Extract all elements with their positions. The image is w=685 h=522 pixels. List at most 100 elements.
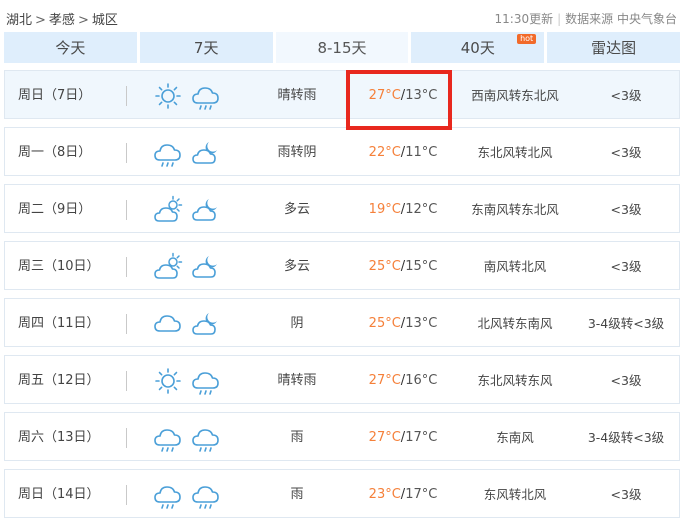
wind-direction: 东风转北风	[483, 487, 547, 502]
weather-icons	[153, 195, 223, 225]
wind-level: <3级	[610, 88, 642, 103]
wind-direction: 西南风转东北风	[471, 88, 559, 103]
weather-text: 晴转雨	[277, 88, 317, 103]
update-info: 11:30更新 | 数据来源 中央气象台	[495, 10, 677, 27]
forecast-row: 周六（13日） 雨 27°C/17°C 东南风 3-4级转<3级	[4, 412, 680, 461]
cloud-rain-icon	[192, 372, 219, 395]
breadcrumb-separator: >	[77, 13, 89, 28]
cloud-rain-icon	[154, 429, 181, 452]
weather-text: 雨	[290, 487, 304, 502]
cloud-icon	[154, 315, 181, 332]
high-temp: 25°C	[368, 259, 401, 274]
sunny-icon	[155, 83, 181, 109]
divider	[126, 200, 127, 220]
day-label: 周日（7日）	[18, 88, 92, 103]
tab-label: 今天	[55, 39, 86, 57]
temperature: 27°C/16°C	[368, 373, 438, 388]
wind-direction: 东南风	[496, 430, 534, 445]
high-temp: 25°C	[368, 316, 401, 331]
divider: |	[557, 12, 562, 26]
wind-level: <3级	[610, 202, 642, 217]
divider	[126, 485, 127, 505]
wind-level: <3级	[610, 145, 642, 160]
temperature: 25°C/15°C	[368, 259, 438, 274]
sunny-icon	[155, 368, 181, 394]
forecast-row: 周四（11日） 阴 25°C/13°C 北风转东南风 3-4级转<3级	[4, 298, 680, 347]
temperature: 27°C/17°C	[368, 430, 438, 445]
low-temp: 12°C	[405, 202, 438, 217]
divider	[126, 86, 127, 106]
tab-label: 40天	[460, 39, 495, 57]
cloud-rain-icon	[192, 429, 219, 452]
breadcrumb-city[interactable]: 孝感	[49, 13, 75, 28]
tab-7-days[interactable]: 7天	[139, 32, 273, 63]
highlight-box	[346, 70, 452, 130]
weather-icons	[153, 252, 223, 282]
high-temp: 27°C	[368, 373, 401, 388]
breadcrumb-province[interactable]: 湖北	[6, 13, 32, 28]
weather-text: 雨转阴	[277, 145, 317, 160]
day-label: 周二（9日）	[18, 202, 92, 217]
wind-direction: 北风转东南风	[477, 316, 553, 331]
tab-8-15-days[interactable]: 8-15天	[275, 32, 409, 63]
cloud-moon-icon	[192, 256, 217, 278]
low-temp: 16°C	[405, 373, 438, 388]
day-label: 周四（11日）	[18, 316, 100, 331]
divider	[126, 143, 127, 163]
data-source: 数据来源 中央气象台	[565, 12, 677, 26]
low-temp: 11°C	[405, 145, 438, 160]
wind-direction: 东北风转东风	[477, 373, 553, 388]
forecast-row: 周日（7日） 晴转雨 27°C/13°C 西南风转东北风 <3级	[4, 70, 680, 119]
tab-radar[interactable]: 雷达图	[547, 32, 680, 63]
wind-level: <3级	[610, 373, 642, 388]
day-label: 周一（8日）	[18, 145, 92, 160]
day-label: 周六（13日）	[18, 430, 100, 445]
cloud-rain-icon	[192, 87, 219, 110]
weather-text: 阴	[290, 316, 304, 331]
weather-text: 晴转雨	[277, 373, 317, 388]
wind-direction: 东南风转东北风	[471, 202, 559, 217]
cloud-rain-icon	[154, 144, 181, 167]
low-temp: 17°C	[405, 487, 438, 502]
tab-label: 8-15天	[317, 39, 367, 57]
cloud-moon-icon	[192, 142, 217, 164]
temperature: 23°C/17°C	[368, 487, 438, 502]
divider	[126, 257, 127, 277]
wind-direction: 南风转北风	[483, 259, 547, 274]
forecast-row: 周一（8日） 雨转阴 22°C/11°C 东北风转北风 <3级	[4, 127, 680, 176]
day-label: 周五（12日）	[18, 373, 100, 388]
forecast-tabs: 今天 7天 8-15天 40天 hot 雷达图	[4, 32, 680, 63]
breadcrumb-separator: >	[35, 13, 46, 28]
forecast-row: 周五（12日） 晴转雨 27°C/16°C 东北风转东风 <3级	[4, 355, 680, 404]
breadcrumb: 湖北 > 孝感 > 城区	[6, 9, 118, 28]
temperature: 25°C/13°C	[368, 316, 438, 331]
breadcrumb-district[interactable]: 城区	[92, 13, 118, 28]
weather-icons	[153, 138, 223, 168]
day-label: 周日（14日）	[18, 487, 100, 502]
hot-badge: hot	[517, 34, 537, 44]
divider	[126, 371, 127, 391]
tab-today[interactable]: 今天	[4, 32, 137, 63]
divider	[126, 428, 127, 448]
high-temp: 23°C	[368, 487, 401, 502]
weather-text: 雨	[290, 430, 304, 445]
weather-text: 多云	[283, 202, 310, 217]
forecast-row: 周日（14日） 雨 23°C/17°C 东风转北风 <3级	[4, 469, 680, 518]
partly-cloudy-icon	[154, 252, 183, 279]
forecast-row: 周三（10日） 多云 25°C/15°C 南风转北风 <3级	[4, 241, 680, 290]
wind-level: 3-4级转<3级	[587, 430, 665, 445]
day-label: 周三（10日）	[18, 259, 100, 274]
tab-label: 雷达图	[591, 39, 637, 57]
tab-label: 7天	[193, 39, 219, 57]
tab-40-days[interactable]: 40天 hot	[411, 32, 545, 63]
high-temp: 27°C	[368, 430, 401, 445]
weather-icons	[153, 366, 223, 396]
low-temp: 15°C	[405, 259, 438, 274]
update-time: 11:30更新	[494, 12, 554, 26]
temperature: 22°C/11°C	[368, 145, 438, 160]
temperature: 19°C/12°C	[368, 202, 438, 217]
low-temp: 13°C	[405, 316, 438, 331]
high-temp: 22°C	[368, 145, 401, 160]
wind-level: <3级	[610, 259, 642, 274]
high-temp: 19°C	[368, 202, 401, 217]
